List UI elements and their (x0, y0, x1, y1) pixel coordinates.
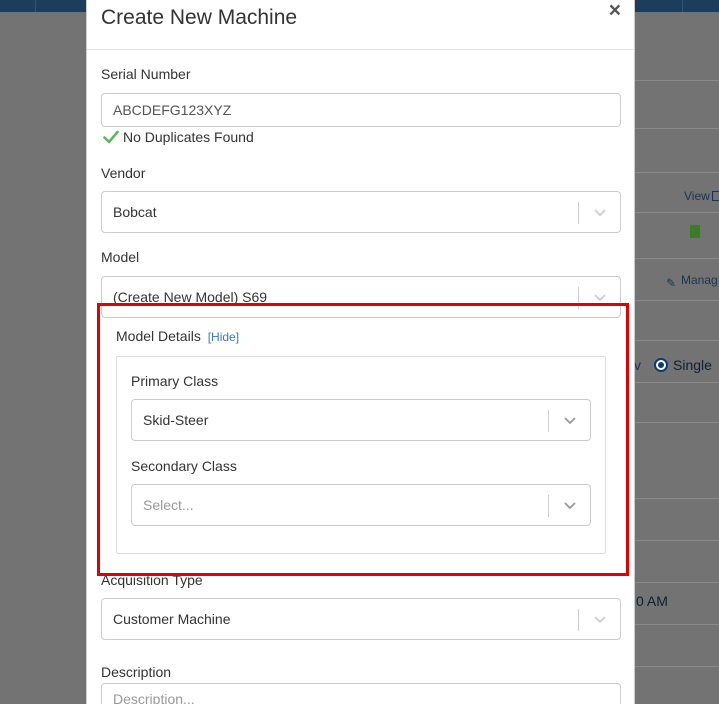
checkmark-icon (103, 130, 119, 144)
acquisition-type-label: Acquisition Type (101, 572, 203, 588)
model-details-panel: Primary Class Skid-Steer Secondary Class… (116, 356, 606, 554)
top-bar-divider (682, 0, 683, 12)
duplicate-check-text: No Duplicates Found (123, 129, 254, 145)
description-label: Description (101, 664, 172, 680)
select-separator (548, 495, 549, 517)
background-row-divider (634, 540, 719, 541)
secondary-class-select[interactable]: Select... (131, 484, 591, 526)
chevron-down-icon[interactable] (563, 498, 577, 512)
modal-header: Create New Machine × (87, 0, 634, 50)
primary-class-value: Skid-Steer (143, 412, 209, 428)
background-row-divider (634, 498, 719, 499)
background-text-fragment: v (634, 357, 641, 373)
vendor-select[interactable]: Bobcat (101, 191, 621, 233)
background-row-divider (634, 422, 719, 423)
select-separator (578, 609, 579, 631)
background-row-divider (634, 172, 719, 173)
background-row-divider (634, 300, 719, 301)
background-row-divider (634, 128, 719, 129)
background-row-divider (634, 212, 719, 213)
model-details-title: Model Details (116, 328, 201, 344)
primary-class-label: Primary Class (131, 373, 219, 389)
background-row-divider (634, 340, 719, 341)
external-link-icon (712, 191, 719, 201)
background-row-divider (634, 382, 719, 383)
single-radio[interactable] (654, 358, 668, 372)
background-row-divider (634, 666, 719, 667)
chevron-down-icon[interactable] (593, 612, 607, 626)
acquisition-type-select[interactable]: Customer Machine (101, 598, 621, 640)
description-placeholder: Description... (113, 691, 195, 704)
select-separator (578, 287, 579, 309)
model-details-heading: Model Details [Hide] (116, 328, 239, 344)
acquisition-type-value: Customer Machine (113, 611, 231, 627)
serial-number-value: ABCDEFG123XYZ (113, 102, 232, 118)
pencil-icon: ✎ (666, 276, 677, 290)
select-separator (548, 410, 549, 432)
model-select[interactable]: (Create New Model) S69 (101, 276, 621, 318)
serial-number-input[interactable]: ABCDEFG123XYZ (101, 93, 621, 127)
vendor-label: Vendor (101, 165, 146, 181)
background-time-fragment: 0 AM (636, 593, 668, 609)
background-row-divider (634, 582, 719, 583)
background-row-divider (634, 624, 719, 625)
modal-title: Create New Machine (101, 6, 298, 29)
hide-model-details-link[interactable]: [Hide] (208, 330, 239, 344)
model-select-value: (Create New Model) S69 (113, 289, 268, 305)
select-separator (578, 202, 579, 224)
model-label: Model (101, 249, 140, 265)
description-input[interactable]: Description... (101, 683, 621, 704)
top-bar-divider (35, 0, 36, 12)
close-button[interactable]: × (609, 0, 621, 21)
create-machine-modal: Create New Machine × Serial Number ABCDE… (86, 0, 635, 704)
secondary-class-placeholder: Select... (143, 497, 194, 513)
vendor-select-value: Bobcat (113, 204, 157, 220)
background-view-link[interactable]: View (684, 189, 710, 203)
file-icon[interactable] (690, 225, 700, 238)
single-radio-label: Single (673, 357, 712, 373)
serial-number-label: Serial Number (101, 66, 191, 82)
chevron-down-icon[interactable] (593, 290, 607, 304)
chevron-down-icon[interactable] (563, 413, 577, 427)
background-row-divider (634, 80, 719, 81)
chevron-down-icon[interactable] (593, 205, 607, 219)
secondary-class-label: Secondary Class (131, 458, 237, 474)
primary-class-select[interactable]: Skid-Steer (131, 399, 591, 441)
background-row-divider (634, 258, 719, 259)
duplicate-check-status: No Duplicates Found (103, 129, 254, 145)
background-manage-link[interactable]: Manag (681, 273, 718, 287)
